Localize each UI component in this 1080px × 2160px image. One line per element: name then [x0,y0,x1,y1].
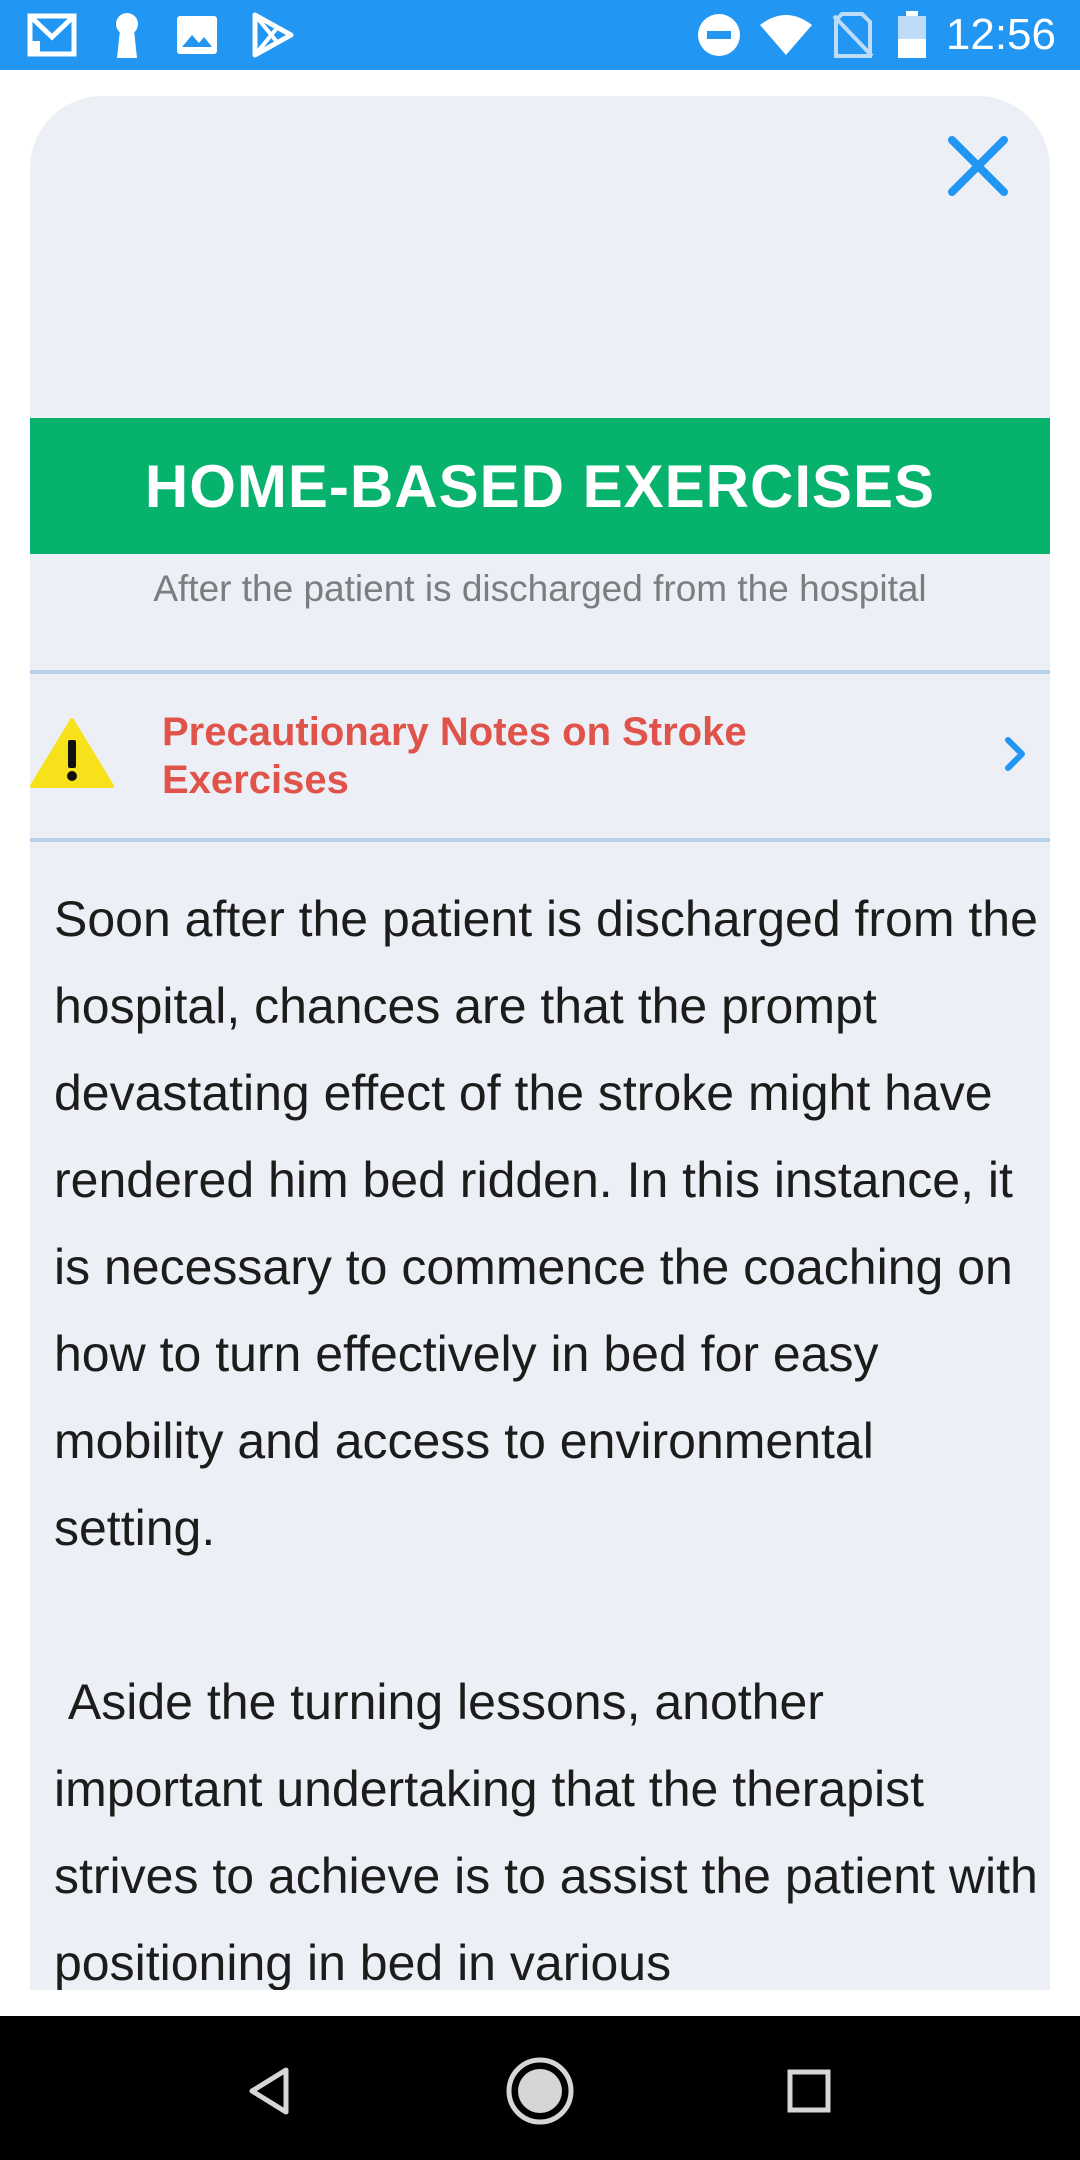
back-button[interactable] [236,2056,306,2126]
article-paragraph: Soon after the patient is discharged fro… [54,891,1038,1556]
article-body: Soon after the patient is discharged fro… [54,876,1044,1990]
battery-icon [896,11,928,58]
keyhole-icon [110,12,144,58]
divider-bottom [30,838,1050,842]
status-bar: 12:56 [0,0,1080,70]
navigation-bar [0,2016,1080,2160]
warning-icon [30,718,114,788]
article-paragraph: Aside the turning lessons, another impor… [54,1674,1038,1990]
wifi-icon [758,12,814,58]
header-band: HOME-BASED EXERCISES [30,418,1050,554]
close-icon [948,136,1008,196]
close-button[interactable] [946,134,1010,198]
app-screen: 12:56 HOME-BASED EXERCISES After the pat… [0,0,1080,2160]
image-icon [176,12,218,58]
home-icon [506,2057,574,2125]
exercise-card: HOME-BASED EXERCISES After the patient i… [30,96,1050,1990]
precaution-notes-row[interactable]: Precautionary Notes on Stroke Exercises [30,672,1050,838]
recents-button[interactable] [774,2056,844,2126]
precaution-notes-label: Precautionary Notes on Stroke Exercises [162,710,747,802]
home-button[interactable] [505,2056,575,2126]
recents-icon [787,2069,831,2113]
page-subtitle: After the patient is discharged from the… [153,568,927,609]
status-time: 12:56 [945,10,1056,59]
chevron-right-icon [1005,737,1025,771]
no-sim-icon [830,12,876,58]
gmail-icon [26,12,78,58]
play-store-icon [248,12,296,58]
back-icon [249,2067,289,2115]
do-not-disturb-icon [696,12,742,58]
page-title: HOME-BASED EXERCISES [144,452,936,520]
